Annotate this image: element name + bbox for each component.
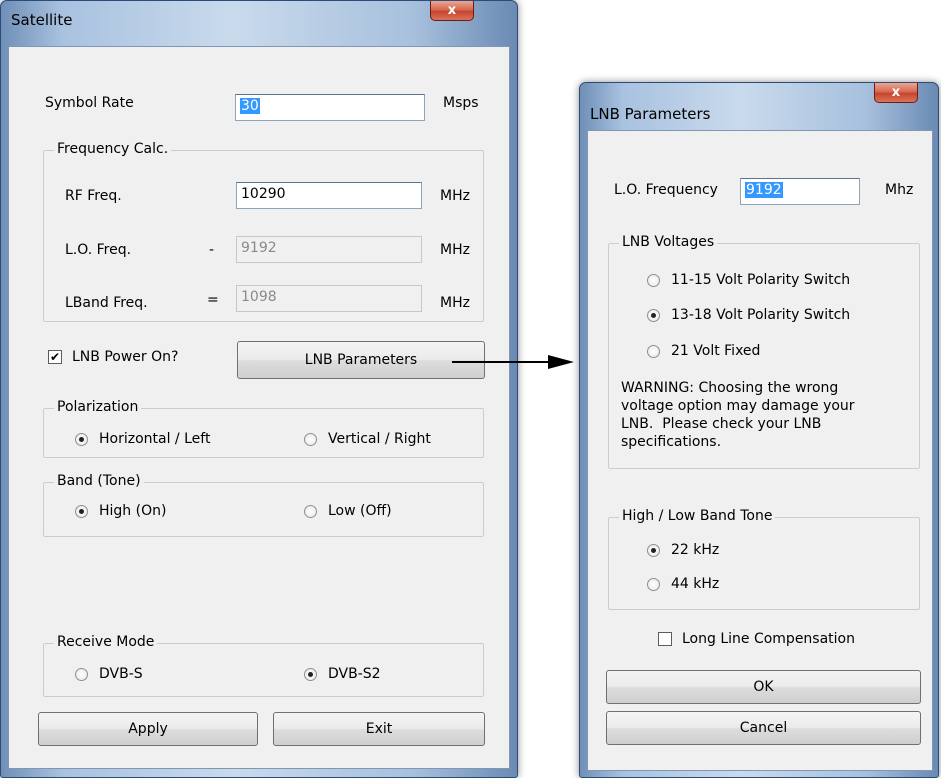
band-tone-legend: Band (Tone) (54, 473, 144, 489)
lnb-parameters-title: LNB Parameters (590, 105, 711, 123)
high-on-label: High (On) (99, 503, 167, 519)
radio-dvb-s[interactable]: DVB-S (75, 666, 143, 682)
exit-button-label: Exit (365, 721, 393, 737)
satellite-close-button[interactable]: x (430, 1, 474, 21)
exit-button[interactable]: Exit (273, 712, 485, 746)
lnb-parameters-button-label: LNB Parameters (304, 352, 418, 368)
long-line-compensation-label: Long Line Compensation (682, 631, 855, 647)
ok-button[interactable]: OK (606, 670, 921, 704)
long-line-compensation-checkbox[interactable]: Long Line Compensation (658, 631, 855, 647)
lnb-power-checkbox[interactable]: ✔ LNB Power On? (48, 349, 178, 365)
radio-dvb-s2[interactable]: DVB-S2 (304, 666, 381, 682)
radio-high-on[interactable]: High (On) (75, 503, 166, 519)
frequency-calc-group: Frequency Calc. RF Freq. 10290 MHz L.O. … (43, 141, 484, 322)
radio-dot-22-khz[interactable] (647, 543, 660, 557)
radio-dot-11-15-volt[interactable] (647, 273, 660, 287)
receive-mode-legend: Receive Mode (54, 634, 158, 650)
13-18-volt-label: 13-18 Volt Polarity Switch (671, 307, 851, 323)
44-khz-label: 44 kHz (671, 576, 720, 592)
radio-dot-dvb-s2[interactable] (304, 667, 317, 681)
ok-button-label: OK (753, 679, 774, 695)
close-icon: x (891, 85, 901, 100)
lo-frequency-unit: Mhz (885, 182, 914, 198)
polarization-legend: Polarization (54, 399, 142, 415)
lband-freq-input: 1098 (236, 285, 422, 312)
lband-freq-value: 1098 (241, 289, 277, 305)
dvb-s-label: DVB-S (99, 666, 143, 682)
lnb-parameters-titlebar[interactable]: LNB Parameters x (580, 83, 938, 123)
21-volt-fixed-label: 21 Volt Fixed (671, 343, 761, 359)
lnb-voltage-warning: WARNING: Choosing the wrong voltage opti… (621, 380, 859, 450)
symbol-rate-label: Symbol Rate (45, 95, 134, 111)
radio-dot-21-volt-fixed[interactable] (647, 344, 660, 358)
connector-arrow-icon (452, 355, 574, 369)
radio-horizontal-left[interactable]: Horizontal / Left (75, 431, 210, 447)
lo-freq-label: L.O. Freq. (65, 242, 132, 258)
rf-freq-label: RF Freq. (65, 188, 122, 204)
lband-freq-unit: MHz (440, 295, 470, 311)
radio-dot-vertical-right[interactable] (304, 432, 317, 446)
polarization-group: Polarization Horizontal / Left Vertical … (43, 399, 484, 458)
symbol-rate-value: 30 (240, 98, 260, 114)
radio-22-khz[interactable]: 22 kHz (647, 542, 719, 558)
lnb-voltages-group: LNB Voltages 11-15 Volt Polarity Switch … (608, 234, 920, 469)
lo-freq-unit: MHz (440, 242, 470, 258)
frequency-calc-legend: Frequency Calc. (54, 141, 172, 157)
22-khz-label: 22 kHz (671, 542, 720, 558)
satellite-client-area: Symbol Rate 30 Msps Frequency Calc. RF F… (8, 46, 510, 769)
radio-vertical-right[interactable]: Vertical / Right (304, 431, 431, 447)
radio-dot-horizontal-left[interactable] (75, 432, 88, 446)
radio-dot-high-on[interactable] (75, 504, 88, 518)
rf-freq-value: 10290 (241, 186, 286, 202)
vertical-right-label: Vertical / Right (328, 431, 431, 447)
lband-freq-equals-sign: = (207, 292, 219, 308)
cancel-button[interactable]: Cancel (606, 711, 921, 745)
radio-13-18-volt[interactable]: 13-18 Volt Polarity Switch (647, 307, 850, 323)
receive-mode-group: Receive Mode DVB-S DVB-S2 (43, 634, 484, 697)
symbol-rate-input[interactable]: 30 (235, 94, 425, 121)
satellite-titlebar[interactable]: Satellite x (1, 1, 517, 41)
cancel-button-label: Cancel (739, 720, 788, 736)
radio-44-khz[interactable]: 44 kHz (647, 576, 719, 592)
close-icon: x (447, 3, 457, 18)
low-off-label: Low (Off) (328, 503, 392, 519)
lo-frequency-value: 9192 (745, 182, 783, 198)
rf-freq-input[interactable]: 10290 (236, 182, 422, 209)
lo-freq-minus-sign: - (209, 242, 215, 258)
band-tone-selector-legend: High / Low Band Tone (619, 508, 776, 524)
lnb-power-label: LNB Power On? (72, 349, 179, 365)
radio-low-off[interactable]: Low (Off) (304, 503, 392, 519)
apply-button-label: Apply (128, 721, 168, 737)
lnb-parameters-close-button[interactable]: x (874, 83, 918, 103)
lo-frequency-input[interactable]: 9192 (740, 178, 860, 205)
radio-dot-44-khz[interactable] (647, 577, 660, 591)
radio-dot-low-off[interactable] (304, 504, 317, 518)
band-tone-group: Band (Tone) High (On) Low (Off) (43, 473, 484, 537)
radio-dot-13-18-volt[interactable] (647, 308, 660, 322)
rf-freq-unit: MHz (440, 188, 470, 204)
satellite-title: Satellite (11, 11, 73, 29)
lnb-parameters-window: LNB Parameters x L.O. Frequency 9192 Mhz… (579, 82, 939, 778)
11-15-volt-label: 11-15 Volt Polarity Switch (671, 272, 851, 288)
lo-freq-input: 9192 (236, 236, 422, 263)
horizontal-left-label: Horizontal / Left (99, 431, 211, 447)
dvb-s2-label: DVB-S2 (328, 666, 381, 682)
long-line-compensation-checkbox-box[interactable] (658, 632, 672, 646)
lo-frequency-label: L.O. Frequency (614, 182, 718, 198)
lnb-power-checkbox-box[interactable]: ✔ (48, 350, 62, 364)
satellite-window: Satellite x Symbol Rate 30 Msps Frequenc… (0, 0, 518, 778)
radio-11-15-volt[interactable]: 11-15 Volt Polarity Switch (647, 272, 850, 288)
checkmark-icon: ✔ (49, 350, 61, 364)
band-tone-selector-group: High / Low Band Tone 22 kHz 44 kHz (608, 508, 920, 610)
lnb-parameters-client-area: L.O. Frequency 9192 Mhz LNB Voltages 11-… (587, 130, 933, 771)
apply-button[interactable]: Apply (38, 712, 258, 746)
lo-freq-value: 9192 (241, 240, 277, 256)
radio-21-volt-fixed[interactable]: 21 Volt Fixed (647, 343, 760, 359)
symbol-rate-unit: Msps (443, 95, 479, 111)
lband-freq-label: LBand Freq. (65, 295, 148, 311)
radio-dot-dvb-s[interactable] (75, 667, 88, 681)
lnb-parameters-button[interactable]: LNB Parameters (237, 341, 485, 379)
lnb-voltages-legend: LNB Voltages (619, 234, 718, 250)
